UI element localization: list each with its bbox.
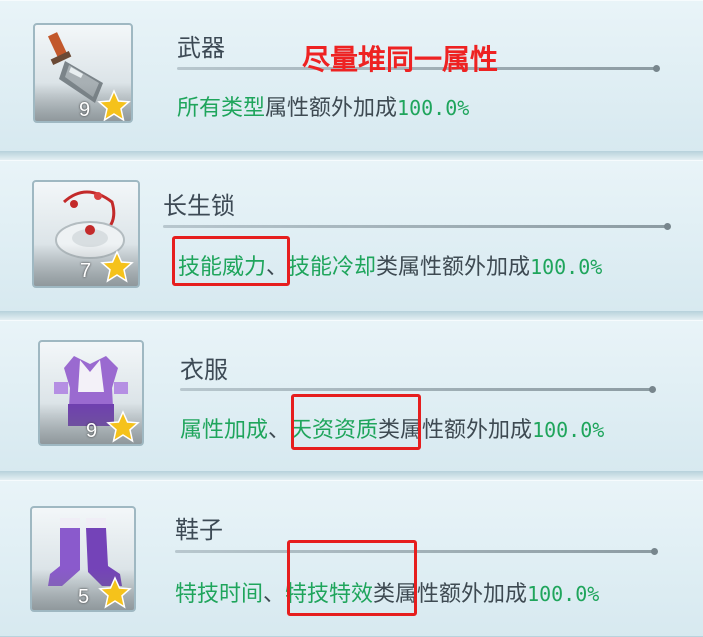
desc-percent: 100.0% [527, 582, 600, 606]
desc-part: 属性加成 [180, 418, 269, 443]
item-title: 长生锁 [163, 192, 235, 220]
item-title: 衣服 [180, 356, 228, 384]
equipment-row-weapon[interactable]: 9 武器 所有类型属性额外加成100.0% 尽量堆同一属性 [0, 0, 703, 152]
highlight-box [291, 394, 421, 450]
desc-part: 、 [268, 418, 291, 443]
item-level: 9 [86, 420, 98, 442]
desc-part: 技能冷却 [288, 255, 377, 280]
item-title: 鞋子 [175, 516, 223, 544]
annotation-text: 尽量堆同一属性 [302, 43, 499, 76]
star-icon [100, 250, 134, 283]
item-level: 5 [78, 586, 90, 608]
highlight-box [172, 236, 290, 286]
item-title: 武器 [177, 34, 225, 62]
desc-part: 所有类型 [177, 96, 266, 121]
shoes-slot[interactable]: 5 [30, 506, 136, 612]
equipment-row-lock[interactable]: 7 长生锁 技能威力、技能冷却类属性额外加成100.0% [0, 160, 703, 312]
desc-percent: 100.0% [532, 418, 605, 442]
highlight-box [287, 540, 417, 616]
lock-slot[interactable]: 7 [32, 180, 140, 288]
item-level: 7 [80, 260, 92, 282]
equipment-row-clothes[interactable]: 9 衣服 属性加成、天资资质类属性额外加成100.0% [0, 320, 703, 472]
star-icon [98, 576, 132, 609]
equipment-row-shoes[interactable]: 5 鞋子 特技时间、特技特效类属性额外加成100.0% [0, 480, 703, 637]
weapon-slot[interactable]: 9 [33, 23, 133, 123]
divider-line [180, 386, 656, 393]
star-icon [106, 410, 140, 443]
desc-part: 类属性额外加成 [376, 255, 531, 280]
item-description: 所有类型属性额外加成100.0% [177, 90, 469, 122]
divider-line [163, 223, 671, 230]
star-icon [97, 89, 131, 121]
clothes-slot[interactable]: 9 [38, 340, 144, 446]
desc-part: 属性额外加成 [265, 96, 398, 121]
desc-part: 特技时间 [175, 582, 264, 607]
desc-percent: 100.0% [397, 96, 470, 120]
item-level: 9 [79, 99, 91, 121]
desc-percent: 100.0% [530, 255, 603, 279]
desc-part: 、 [263, 582, 286, 607]
